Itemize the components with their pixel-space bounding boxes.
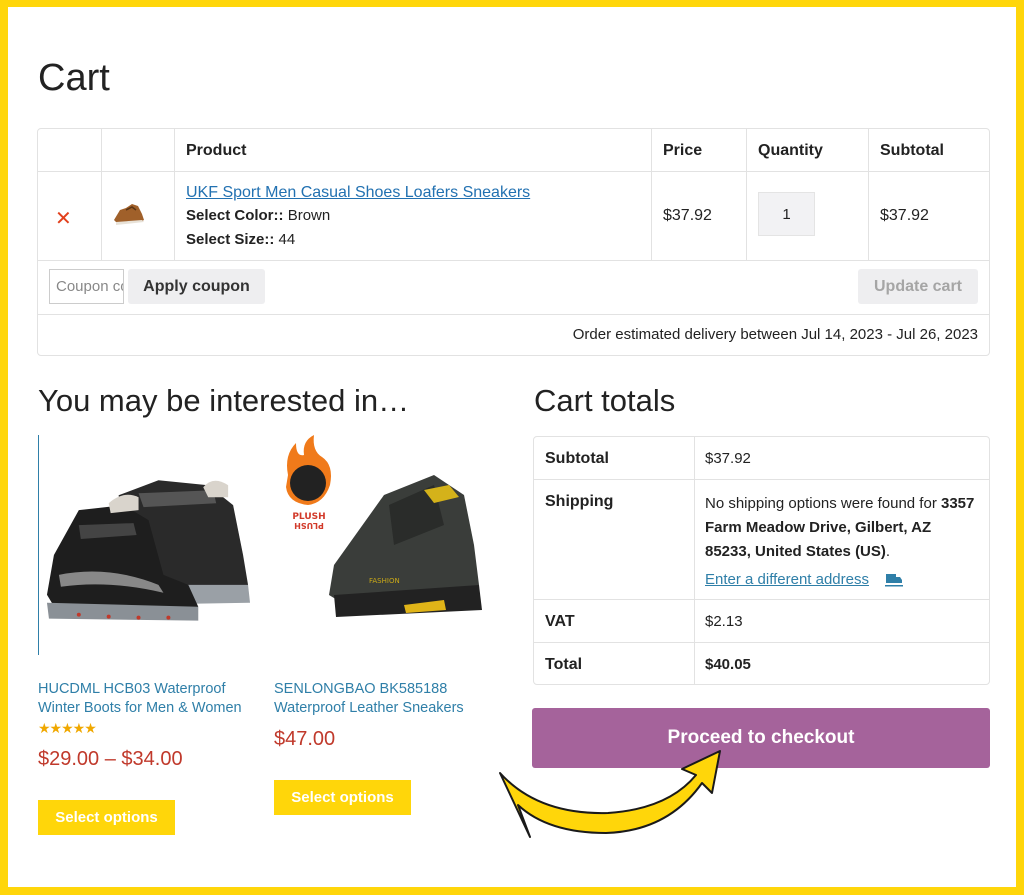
product-size: Select Size:: 44	[186, 231, 295, 248]
color-value: Brown	[287, 207, 331, 224]
header-quantity: Quantity	[758, 142, 823, 159]
cart-totals-table: Subtotal $37.92 Shipping No shipping opt…	[533, 436, 990, 685]
product-name-2[interactable]: SENLONGBAO BK585188 Waterproof Leather S…	[274, 680, 489, 718]
delivery-row: Order estimated delivery between Jul 14,…	[38, 315, 989, 355]
totals-row-total: Total $40.05	[534, 643, 989, 685]
product-name-1[interactable]: HUCDML HCB03 Waterproof Winter Boots for…	[38, 680, 263, 718]
color-label: Select Color::	[186, 207, 284, 224]
plush-text: PLUSH	[292, 512, 325, 522]
interested-title: You may be interested in…	[38, 383, 410, 418]
quantity-value: 1	[782, 205, 791, 223]
total-label: Total	[545, 656, 583, 673]
size-value: 44	[278, 231, 296, 248]
yellow-arrow-icon	[499, 750, 721, 838]
header-product: Product	[186, 142, 247, 159]
cart-header-row: Product Price Quantity Subtotal	[38, 129, 989, 172]
coupon-row: Coupon code Apply coupon Update cart	[38, 261, 989, 315]
product-price-2: $47.00	[274, 728, 336, 750]
vat-value: $2.13	[705, 613, 743, 630]
header-subtotal: Subtotal	[880, 142, 944, 159]
column-divider	[694, 437, 695, 479]
product-image-leather-sneakers[interactable]: PLUSH PLUSH FASHION	[274, 435, 490, 655]
cart-totals-title: Cart totals	[534, 383, 676, 418]
shipping-text: No shipping options were found for	[705, 495, 937, 512]
column-divider	[694, 600, 695, 642]
shipping-info: No shipping options were found for 3357 …	[705, 492, 975, 564]
product-image-winter-boots[interactable]	[38, 435, 258, 655]
product-color: Select Color:: Brown	[186, 207, 330, 224]
apply-coupon-button[interactable]: Apply coupon	[128, 269, 265, 304]
total-value: $40.05	[705, 656, 751, 673]
totals-row-subtotal: Subtotal $37.92	[534, 437, 989, 480]
select-options-button-2[interactable]: Select options	[274, 780, 411, 815]
plush-text-flipped: PLUSH	[294, 521, 324, 530]
totals-row-vat: VAT $2.13	[534, 600, 989, 643]
coupon-input[interactable]: Coupon code	[49, 269, 124, 304]
select-options-button-1[interactable]: Select options	[38, 800, 175, 835]
close-icon[interactable]: ✕	[55, 206, 72, 231]
item-subtotal: $37.92	[880, 207, 929, 224]
page-title: Cart	[38, 57, 110, 99]
size-label: Select Size::	[186, 231, 275, 248]
shipping-period: .	[885, 543, 891, 560]
column-divider	[694, 480, 695, 599]
product-price-1: $29.00 – $34.00	[38, 748, 183, 770]
different-address-link[interactable]: Enter a different address	[705, 571, 869, 588]
totals-row-shipping: Shipping No shipping options were found …	[534, 480, 989, 600]
item-price: $37.92	[663, 207, 712, 224]
cart-table: Product Price Quantity Subtotal ✕ UKF Sp…	[37, 128, 990, 356]
update-cart-button[interactable]: Update cart	[858, 269, 978, 304]
quantity-input[interactable]: 1	[758, 192, 815, 236]
fashion-label: FASHION	[369, 577, 400, 585]
shipping-label: Shipping	[545, 493, 614, 510]
truck-icon[interactable]	[885, 573, 903, 587]
page-frame: Cart Product Price Quantity Subtotal ✕ U…	[8, 7, 1016, 887]
header-price: Price	[663, 142, 703, 159]
product-link[interactable]: UKF Sport Men Casual Shoes Loafers Sneak…	[186, 184, 530, 202]
cart-item-row: ✕ UKF Sport Men Casual Shoes Loafers Sne…	[38, 172, 989, 261]
column-divider	[694, 643, 695, 685]
star-rating: ★★★★★	[38, 720, 97, 736]
vat-label: VAT	[545, 613, 575, 630]
product-thumbnail[interactable]	[112, 198, 146, 228]
delivery-estimate: Order estimated delivery between Jul 14,…	[572, 326, 978, 343]
subtotal-value: $37.92	[705, 450, 751, 467]
subtotal-label: Subtotal	[545, 450, 609, 467]
